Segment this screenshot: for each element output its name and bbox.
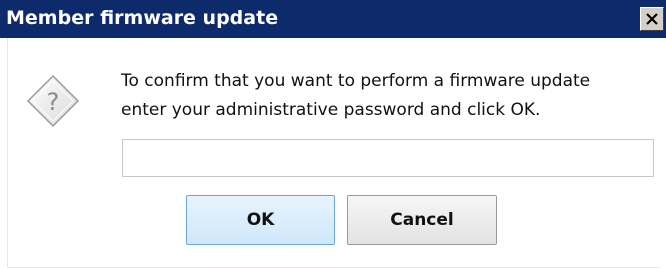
cancel-button-label: Cancel (390, 210, 454, 230)
ok-button[interactable]: OK (186, 195, 335, 245)
password-input[interactable] (122, 139, 654, 177)
close-icon (646, 13, 658, 25)
message-line-1: To confirm that you want to perform a fi… (121, 71, 591, 91)
message-line-2: enter your administrative password and c… (121, 100, 541, 120)
confirmation-message: To confirm that you want to perform a fi… (121, 67, 661, 125)
svg-text:?: ? (47, 88, 60, 116)
question-icon: ? (26, 74, 80, 128)
close-button[interactable] (640, 7, 664, 31)
cancel-button[interactable]: Cancel (347, 195, 497, 245)
title-bar[interactable]: Member firmware update (0, 0, 666, 38)
firmware-update-dialog: Member firmware update ? To confirm that… (0, 0, 666, 269)
ok-button-label: OK (246, 210, 275, 230)
dialog-title: Member firmware update (6, 7, 279, 29)
